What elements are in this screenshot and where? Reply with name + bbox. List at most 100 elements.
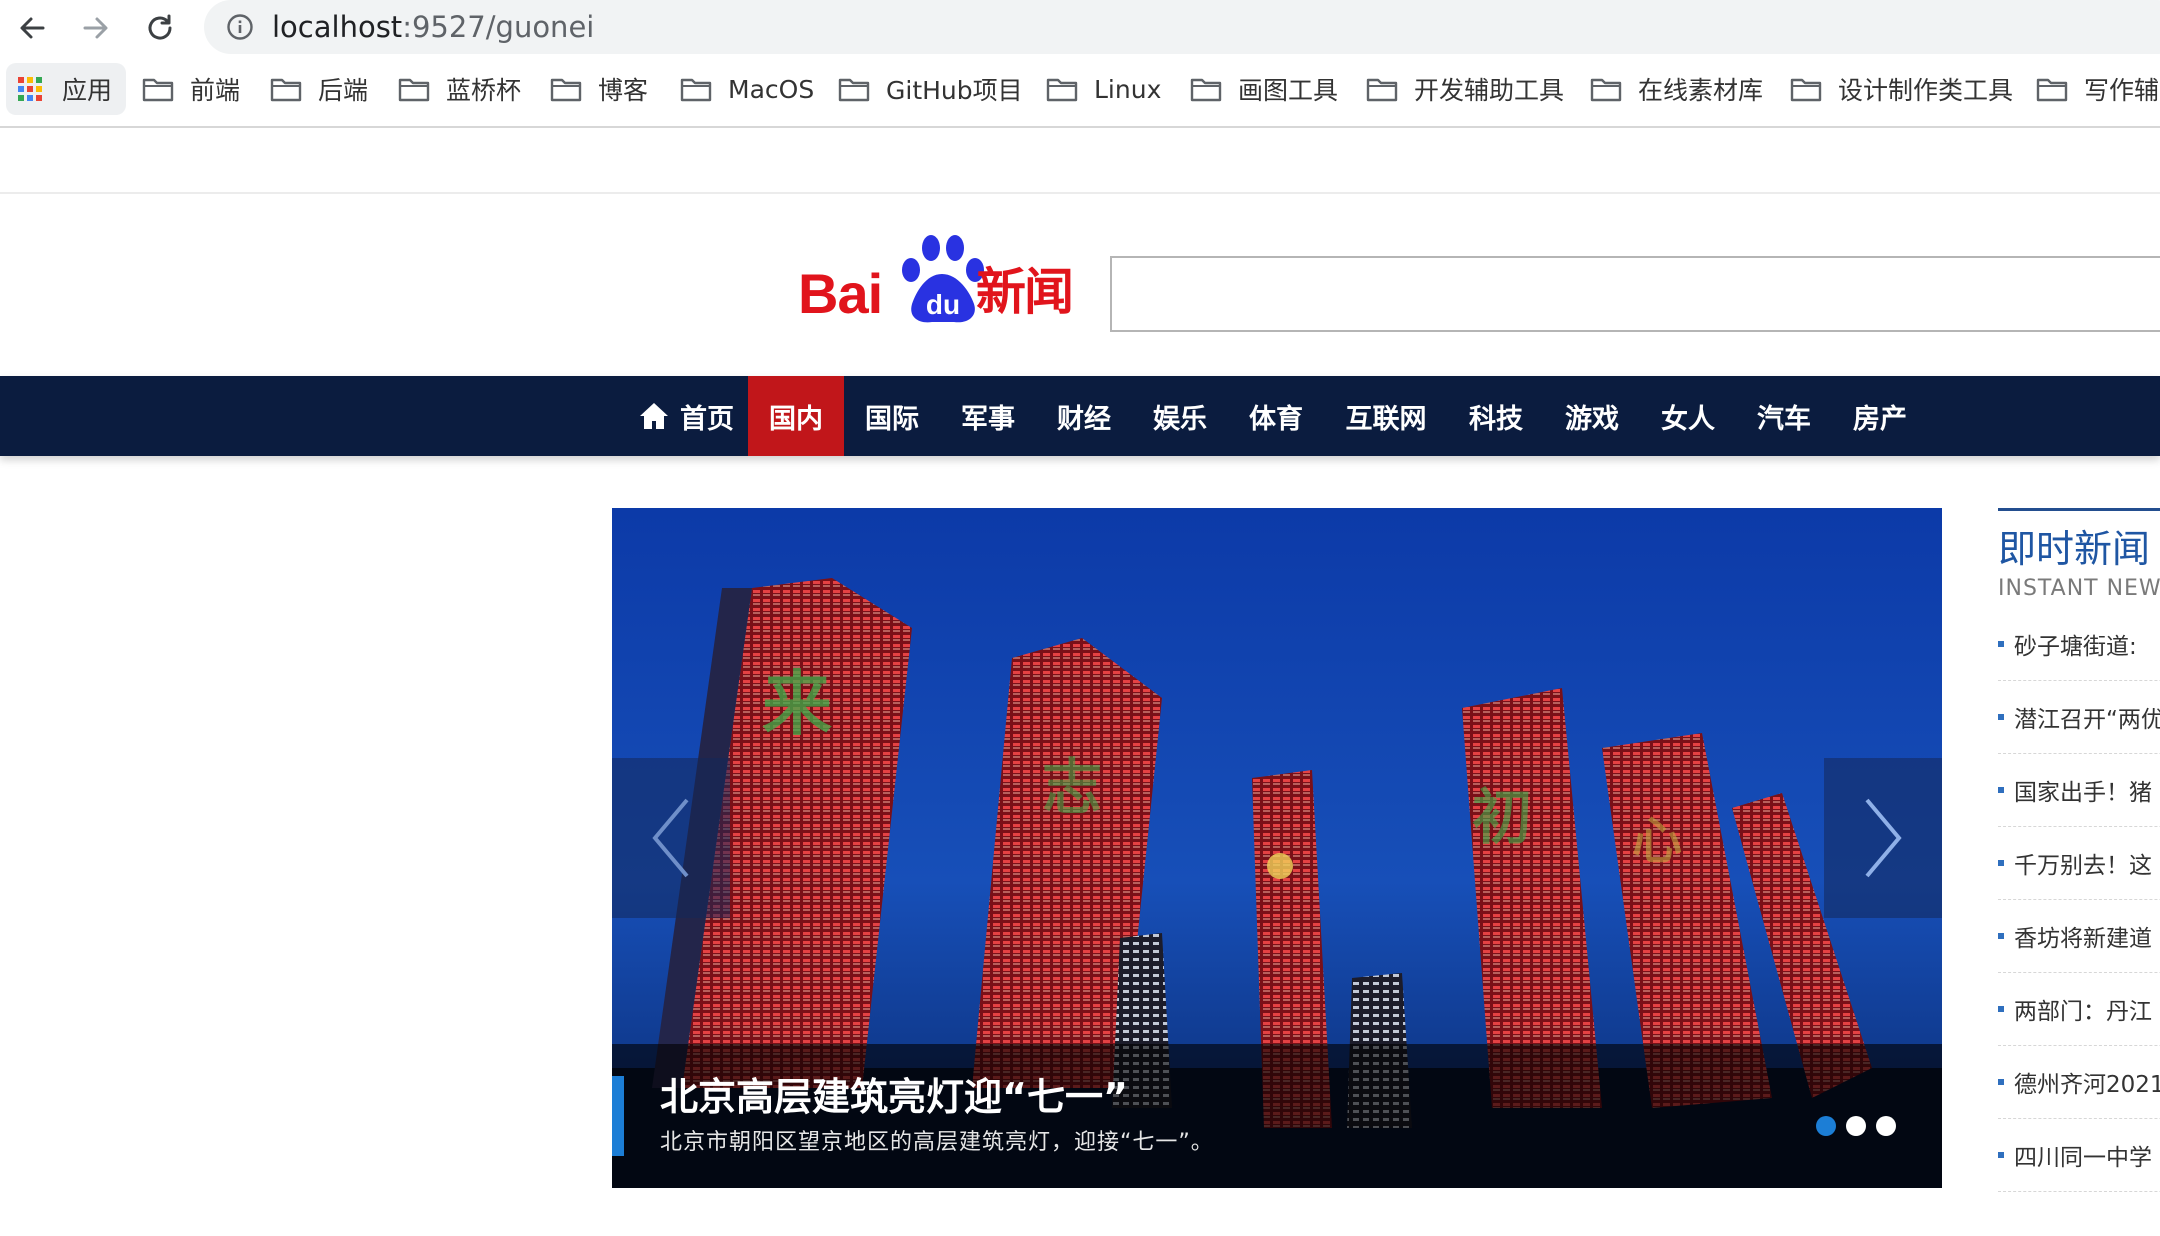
instant-news-item-text: 德州齐河2021 xyxy=(2014,1072,2160,1098)
instant-news-title: 即时新闻 xyxy=(1998,527,2151,571)
nav-item[interactable]: 体育 xyxy=(1228,376,1324,456)
instant-news-item[interactable]: 砂子塘街道: xyxy=(1998,608,2160,681)
bookmark-label: 蓝桥杯 xyxy=(446,76,522,105)
nav-item[interactable]: 科技 xyxy=(1448,376,1544,456)
carousel-title[interactable]: 北京高层建筑亮灯迎“七一” xyxy=(660,1074,1128,1120)
search-box[interactable] xyxy=(1110,256,2160,332)
back-button[interactable] xyxy=(10,6,54,50)
nav-item[interactable]: 军事 xyxy=(940,376,1036,456)
instant-news-item[interactable]: 香坊将新建道 xyxy=(1998,900,2160,973)
instant-news-item[interactable]: 国家出手！猪 xyxy=(1998,754,2160,827)
caption-accent xyxy=(612,1076,624,1156)
bullet-icon xyxy=(1998,933,2004,939)
search-input[interactable] xyxy=(1112,258,2160,330)
nav-item[interactable]: 财经 xyxy=(1036,376,1132,456)
bookmark-apps[interactable]: 应用 xyxy=(6,63,127,115)
info-icon[interactable] xyxy=(226,13,254,45)
bookmark-folder[interactable]: 在线素材库 xyxy=(1590,63,1763,115)
instant-news-item[interactable]: 千万别去！这 xyxy=(1998,827,2160,900)
nav-item[interactable]: 国内 xyxy=(748,376,844,456)
bookmark-folder[interactable]: 博客 xyxy=(550,63,648,115)
bookmark-folder[interactable]: 前端 xyxy=(142,63,240,115)
bookmark-folder[interactable]: MacOS xyxy=(680,63,814,115)
bookmark-label: 在线素材库 xyxy=(1638,76,1764,105)
carousel-dot[interactable] xyxy=(1876,1116,1896,1136)
bookmark-folder[interactable]: 写作辅 xyxy=(2036,63,2159,115)
nav-item[interactable]: 首页 xyxy=(618,376,754,456)
bookmark-label: Linux xyxy=(1094,74,1162,104)
bookmark-folder[interactable]: 设计制作类工具 xyxy=(1790,63,2013,115)
bookmark-folder[interactable]: 后端 xyxy=(270,63,368,115)
carousel-caption[interactable]: 北京高层建筑亮灯迎“七一” 北京市朝阳区望京地区的高层建筑亮灯，迎接“七一”。 xyxy=(612,1044,1942,1188)
baidu-news-logo[interactable]: Bai du 新闻 xyxy=(796,232,1074,328)
nav-item-label: 体育 xyxy=(1249,403,1303,435)
bullet-icon xyxy=(1998,641,2004,647)
carousel-indicators xyxy=(1816,1116,1896,1136)
url-path: :9527/guonei xyxy=(402,10,595,44)
bookmark-label: 开发辅助工具 xyxy=(1414,76,1565,105)
bookmark-apps-label: 应用 xyxy=(62,76,113,105)
nav-item-label: 互联网 xyxy=(1345,403,1427,435)
instant-news-item-text: 潜江召开“两优 xyxy=(2014,707,2160,733)
bookmark-folder[interactable]: 蓝桥杯 xyxy=(398,63,521,115)
address-bar[interactable]: localhost:9527/guonei xyxy=(204,0,2160,54)
instant-news-panel: 即时新闻 INSTANT NEW 砂子塘街道: 潜江召开“两优国家出手！猪 千万别去… xyxy=(1998,508,2160,1208)
nav-item[interactable]: 娱乐 xyxy=(1132,376,1228,456)
instant-news-item[interactable]: 潜江召开“两优 xyxy=(1998,681,2160,754)
forward-button[interactable] xyxy=(74,6,118,50)
logo-news-text: 新闻 xyxy=(976,263,1074,321)
instant-news-item[interactable]: 两部门：丹江 xyxy=(1998,973,2160,1046)
carousel-prev-button[interactable] xyxy=(612,758,730,918)
folder-icon xyxy=(1790,78,1822,102)
carousel-subtitle: 北京市朝阳区望京地区的高层建筑亮灯，迎接“七一”。 xyxy=(660,1130,1214,1155)
nav-item[interactable]: 游戏 xyxy=(1544,376,1640,456)
folder-icon xyxy=(142,78,174,102)
bullet-icon xyxy=(1998,1079,2004,1085)
nav-item[interactable]: 汽车 xyxy=(1736,376,1832,456)
instant-news-subtitle: INSTANT NEW xyxy=(1998,576,2160,601)
bookmark-label: 前端 xyxy=(190,76,241,105)
nav-item[interactable]: 国际 xyxy=(844,376,940,456)
nav-item-label: 军事 xyxy=(961,403,1015,435)
url-host: localhost xyxy=(272,10,403,44)
carousel-next-button[interactable] xyxy=(1824,758,1942,918)
instant-news-item[interactable]: 四川同一中学 xyxy=(1998,1119,2160,1192)
bullet-icon xyxy=(1998,787,2004,793)
folder-icon xyxy=(398,78,430,102)
back-arrow-icon xyxy=(20,17,45,39)
nav-item-label: 汽车 xyxy=(1757,403,1811,435)
bookmarks-bar: 应用 前端 后端 蓝桥杯 博客 MacOS GitHub项目 Linux 画图工具 开发辅助工具… xyxy=(0,54,2160,128)
nav-item[interactable]: 互联网 xyxy=(1324,376,1448,456)
chevron-left-icon xyxy=(652,798,689,878)
bookmark-folder[interactable]: 开发辅助工具 xyxy=(1366,63,1564,115)
reload-icon xyxy=(148,14,172,40)
instant-news-divider xyxy=(1998,508,2160,511)
page-top-strip xyxy=(0,128,2160,194)
bookmark-label: 博客 xyxy=(598,76,649,105)
bullet-icon xyxy=(1998,860,2004,866)
instant-news-item[interactable]: 德州齐河2021 xyxy=(1998,1046,2160,1119)
folder-icon xyxy=(680,78,712,102)
folder-icon xyxy=(1366,78,1398,102)
instant-news-item-text: 砂子塘街道: xyxy=(2014,634,2137,660)
browser-toolbar: localhost:9527/guonei xyxy=(0,0,2160,54)
forward-arrow-icon xyxy=(83,17,108,39)
bookmark-folder[interactable]: GitHub项目 xyxy=(838,63,1023,115)
folder-icon xyxy=(838,78,870,102)
bookmark-folder[interactable]: Linux xyxy=(1046,63,1161,115)
nav-item-label: 游戏 xyxy=(1565,403,1619,435)
nav-item[interactable]: 女人 xyxy=(1640,376,1736,456)
nav-item[interactable]: 房产 xyxy=(1832,376,1928,456)
folder-icon xyxy=(1190,78,1222,102)
news-carousel[interactable]: 来 志 初 心 北京高层建筑亮灯迎“七一” 北京市朝阳区望京地区的高层建筑亮灯，… xyxy=(612,508,1942,1188)
logo-bai-text: Bai xyxy=(798,262,883,325)
carousel-dot[interactable] xyxy=(1816,1116,1836,1136)
nav-item-label: 财经 xyxy=(1057,403,1111,435)
svg-text:志: 志 xyxy=(1042,753,1102,823)
carousel-dot[interactable] xyxy=(1846,1116,1866,1136)
bullet-icon xyxy=(1998,1152,2004,1158)
reload-button[interactable] xyxy=(138,6,182,50)
folder-icon xyxy=(270,78,302,102)
url-text[interactable]: localhost:9527/guonei xyxy=(272,10,594,44)
bookmark-folder[interactable]: 画图工具 xyxy=(1190,63,1338,115)
